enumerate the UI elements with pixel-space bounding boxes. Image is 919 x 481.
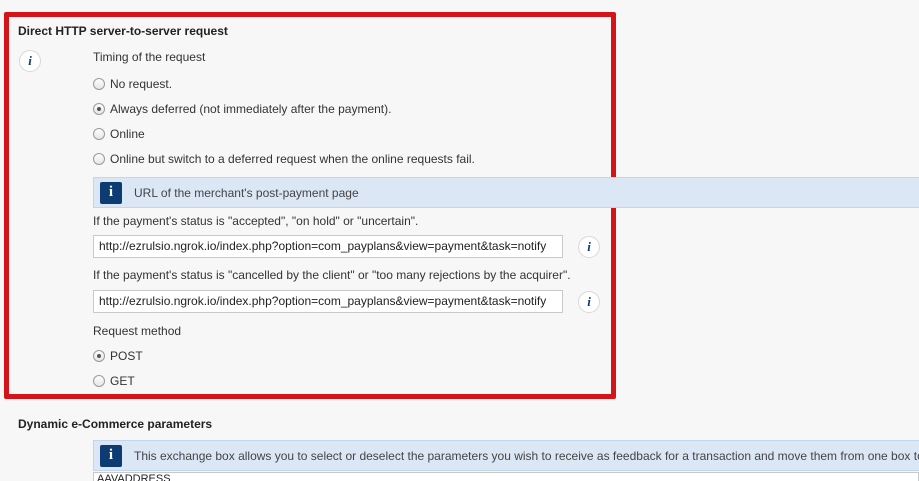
accepted-status-label: If the payment's status is "accepted", "… — [93, 214, 419, 228]
section-info-icon[interactable]: i — [19, 50, 41, 72]
radio-no-request[interactable] — [93, 78, 105, 90]
ecommerce-section-title: Dynamic e-Commerce parameters — [18, 417, 213, 431]
cancelled-url-info-icon[interactable]: i — [578, 291, 600, 313]
exchange-box-banner: i This exchange box allows you to select… — [93, 440, 919, 471]
radio-online[interactable] — [93, 128, 105, 140]
timing-option-no-request[interactable]: No request. — [93, 77, 172, 91]
timing-option-online-fallback[interactable]: Online but switch to a deferred request … — [93, 152, 475, 166]
http-section-title: Direct HTTP server-to-server request — [18, 24, 228, 38]
radio-get[interactable] — [93, 375, 105, 387]
method-option-post[interactable]: POST — [93, 349, 143, 363]
request-method-label: Request method — [93, 324, 182, 338]
timing-label: Timing of the request — [93, 50, 206, 64]
radio-post[interactable] — [93, 350, 105, 362]
timing-option-always-deferred[interactable]: Always deferred (not immediately after t… — [93, 102, 391, 116]
radio-label: Online — [110, 127, 145, 141]
radio-always-deferred[interactable] — [93, 103, 105, 115]
info-icon: i — [100, 181, 122, 204]
timing-option-online[interactable]: Online — [93, 127, 145, 141]
radio-online-fallback[interactable] — [93, 153, 105, 165]
radio-label: Always deferred (not immediately after t… — [110, 102, 392, 116]
radio-label: Online but switch to a deferred request … — [110, 152, 475, 166]
method-option-get[interactable]: GET — [93, 374, 135, 388]
radio-label: No request. — [110, 77, 173, 91]
accepted-url-info-icon[interactable]: i — [578, 236, 600, 258]
parameters-list[interactable]: AAVADDRESS — [93, 472, 919, 481]
radio-label: GET — [110, 374, 135, 388]
cancelled-url-input[interactable]: http://ezrulsio.ngrok.io/index.php?optio… — [93, 290, 563, 313]
radio-label: POST — [110, 349, 143, 363]
cancelled-status-label: If the payment's status is "cancelled by… — [93, 268, 571, 282]
banner-text: This exchange box allows you to select o… — [134, 448, 919, 463]
accepted-url-input[interactable]: http://ezrulsio.ngrok.io/index.php?optio… — [93, 235, 563, 258]
list-item[interactable]: AAVADDRESS — [97, 473, 171, 481]
banner-text: URL of the merchant's post-payment page — [134, 185, 359, 200]
info-icon: i — [100, 444, 122, 467]
post-payment-url-banner: i URL of the merchant's post-payment pag… — [93, 177, 919, 208]
